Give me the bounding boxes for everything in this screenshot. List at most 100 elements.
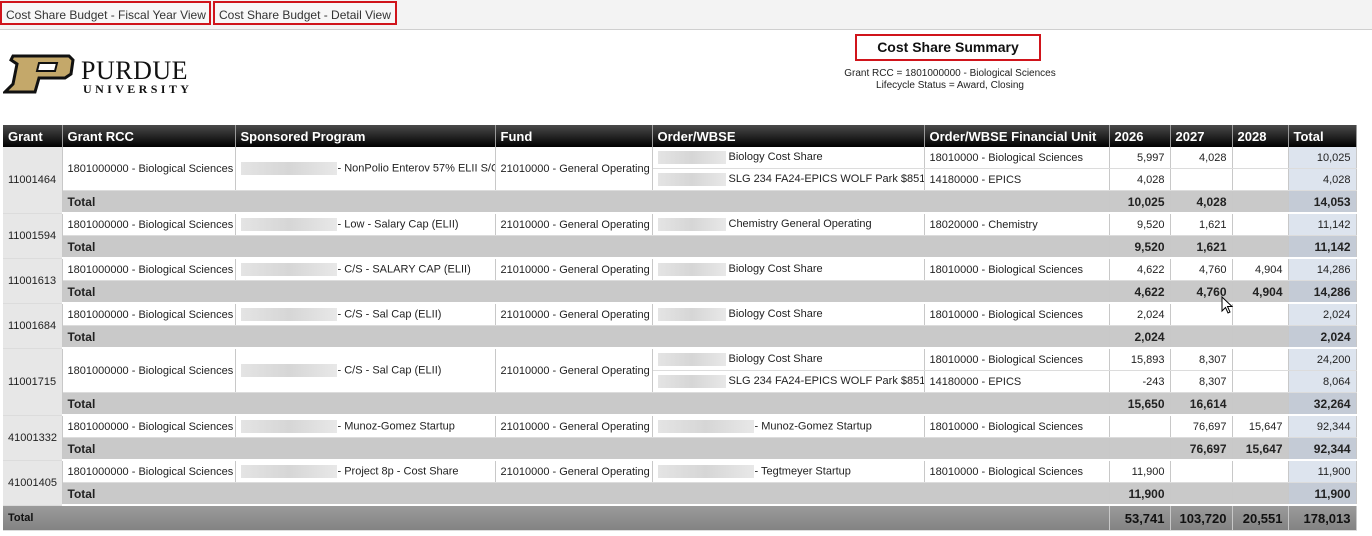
year-2027-cell [1170,460,1233,483]
year-2026-cell: 15,893 [1109,348,1171,371]
redacted-text [657,173,726,186]
year-2027-cell: 76,697 [1170,415,1233,438]
financial-unit-cell: 18010000 - Biological Sciences [924,258,1110,281]
grant-rcc-cell: 1801000000 - Biological Sciences [62,147,236,191]
header-financial-unit[interactable]: Order/WBSE Financial Unit [924,125,1110,147]
grant-number-cell[interactable]: 11001715 [3,348,63,416]
subtotal-total-cell: 2,024 [1288,325,1357,349]
grant-number-cell[interactable]: 11001594 [3,213,63,259]
year-2026-cell: 11,900 [1109,460,1171,483]
subtotal-label: Total [62,325,1110,349]
redacted-text [657,263,726,276]
subtotal-total-cell: 11,900 [1288,482,1357,506]
subtotal-2026-cell: 2,024 [1109,325,1171,349]
header-sponsored-program[interactable]: Sponsored Program [235,125,496,147]
grant-number-cell[interactable]: 11001613 [3,258,63,304]
subtotal-2027-cell: 16,614 [1170,392,1233,416]
order-wbse-label: - Tegtmeyer Startup [754,465,851,478]
year-2027-cell: 8,307 [1170,370,1233,393]
header-order-wbse[interactable]: Order/WBSE [652,125,925,147]
subtotal-2026-cell [1109,437,1171,461]
year-2027-cell: 1,621 [1170,213,1233,236]
redacted-text [240,263,337,276]
header-fund[interactable]: Fund [495,125,653,147]
sponsored-program-cell: - Munoz-Gomez Startup [235,415,496,438]
subtotal-total-cell: 11,142 [1288,235,1357,259]
grant-subtotal-row: Total 76,697 15,647 92,344 [3,437,1357,461]
financial-unit-cell: 18020000 - Chemistry [924,213,1110,236]
row-total-cell: 2,024 [1288,303,1357,326]
subtotal-label: Total [62,280,1110,304]
redacted-text [657,218,726,231]
grant-number-cell[interactable]: 41001405 [3,460,63,506]
year-2028-cell [1232,460,1289,483]
header-grant-rcc[interactable]: Grant RCC [62,125,236,147]
grant-rcc-filter: Grant RCC = 1801000000 - Biological Scie… [844,68,1056,79]
subtotal-2027-cell [1170,482,1233,506]
year-2028-cell [1232,147,1289,169]
order-wbse-cell: Biology Cost Share [652,348,925,371]
redacted-text [240,364,337,377]
report-title: Cost Share Summary [855,34,1041,61]
grant-subtotal-row: Total 4,622 4,760 4,904 14,286 [3,280,1357,304]
subtotal-2028-cell: 15,647 [1232,437,1289,461]
grant-subtotal-row: Total 15,650 16,614 32,264 [3,392,1357,416]
tab-fiscal-year-view[interactable]: Cost Share Budget - Fiscal Year View [0,1,211,25]
financial-unit-cell: 18010000 - Biological Sciences [924,303,1110,326]
order-wbse-cell: Chemistry General Operating [652,213,925,236]
sponsored-program-label: - Low - Salary Cap (ELII) [337,218,459,231]
header-grant[interactable]: Grant [3,125,63,147]
year-2026-cell [1109,415,1171,438]
grant-rcc-cell: 1801000000 - Biological Sciences [62,213,236,236]
order-wbse-cell: - Munoz-Gomez Startup [652,415,925,438]
year-2026-cell: 9,520 [1109,213,1171,236]
subtotal-2026-cell: 11,900 [1109,482,1171,506]
grand-total-row: Total 53,741 103,720 20,551 178,013 [3,505,1357,531]
table-row: 11001613 1801000000 - Biological Sciences… [3,258,1357,304]
mouse-cursor-icon [1221,296,1233,314]
order-wbse-label: Biology Cost Share [728,308,823,321]
grant-number-cell[interactable]: 11001684 [3,303,63,349]
subtotal-2027-cell: 76,697 [1170,437,1233,461]
fund-cell: 21010000 - General Operating [495,303,653,326]
year-2027-cell: 4,760 [1170,258,1233,281]
table-row: 11001715 1801000000 - Biological Sciences… [3,348,1357,416]
cost-share-table: Grant Grant RCC Sponsored Program Fund Order… [3,125,1357,531]
grant-number-cell[interactable]: 11001464 [3,147,63,214]
grand-total-2028-cell: 20,551 [1232,505,1289,531]
row-total-cell: 4,028 [1288,168,1357,191]
row-total-cell: 24,200 [1288,348,1357,371]
table-row: 41001405 1801000000 - Biological Sciences… [3,460,1357,506]
grant-rcc-cell: 1801000000 - Biological Sciences [62,303,236,326]
table-row: 11001464 1801000000 - Biological Sciences… [3,147,1357,214]
table-row: 41001332 1801000000 - Biological Sciences… [3,415,1357,461]
subtotal-2028-cell [1232,235,1289,259]
redacted-text [657,308,726,321]
financial-unit-cell: 18010000 - Biological Sciences [924,415,1110,438]
year-2028-cell [1232,213,1289,236]
subtotal-total-cell: 32,264 [1288,392,1357,416]
financial-unit-cell: 14180000 - EPICS [924,370,1110,393]
order-wbse-cell: Biology Cost Share [652,147,925,169]
header-2028[interactable]: 2028 [1232,125,1289,147]
year-2028-cell: 15,647 [1232,415,1289,438]
subtotal-2026-cell: 4,622 [1109,280,1171,304]
header-2026[interactable]: 2026 [1109,125,1171,147]
grant-rcc-cell: 1801000000 - Biological Sciences [62,348,236,393]
logo-subtitle: UNIVERSITY [83,82,193,96]
header-total[interactable]: Total [1288,125,1357,147]
year-2027-cell [1170,168,1233,191]
tab-detail-view[interactable]: Cost Share Budget - Detail View [213,1,397,25]
row-total-cell: 11,142 [1288,213,1357,236]
grant-subtotal-row: Total 11,900 11,900 [3,482,1357,506]
header-2027[interactable]: 2027 [1170,125,1233,147]
fund-cell: 21010000 - General Operating [495,415,653,438]
subtotal-2028-cell [1232,190,1289,214]
sponsored-program-label: - NonPolio Enterov 57% ELII S/C [337,162,495,175]
redacted-text [240,308,337,321]
order-wbse-label: - Munoz-Gomez Startup [754,420,872,433]
redacted-text [240,420,337,433]
purdue-p-mark-icon [3,54,75,94]
grant-number-cell[interactable]: 41001332 [3,415,63,461]
redacted-text [657,420,754,433]
